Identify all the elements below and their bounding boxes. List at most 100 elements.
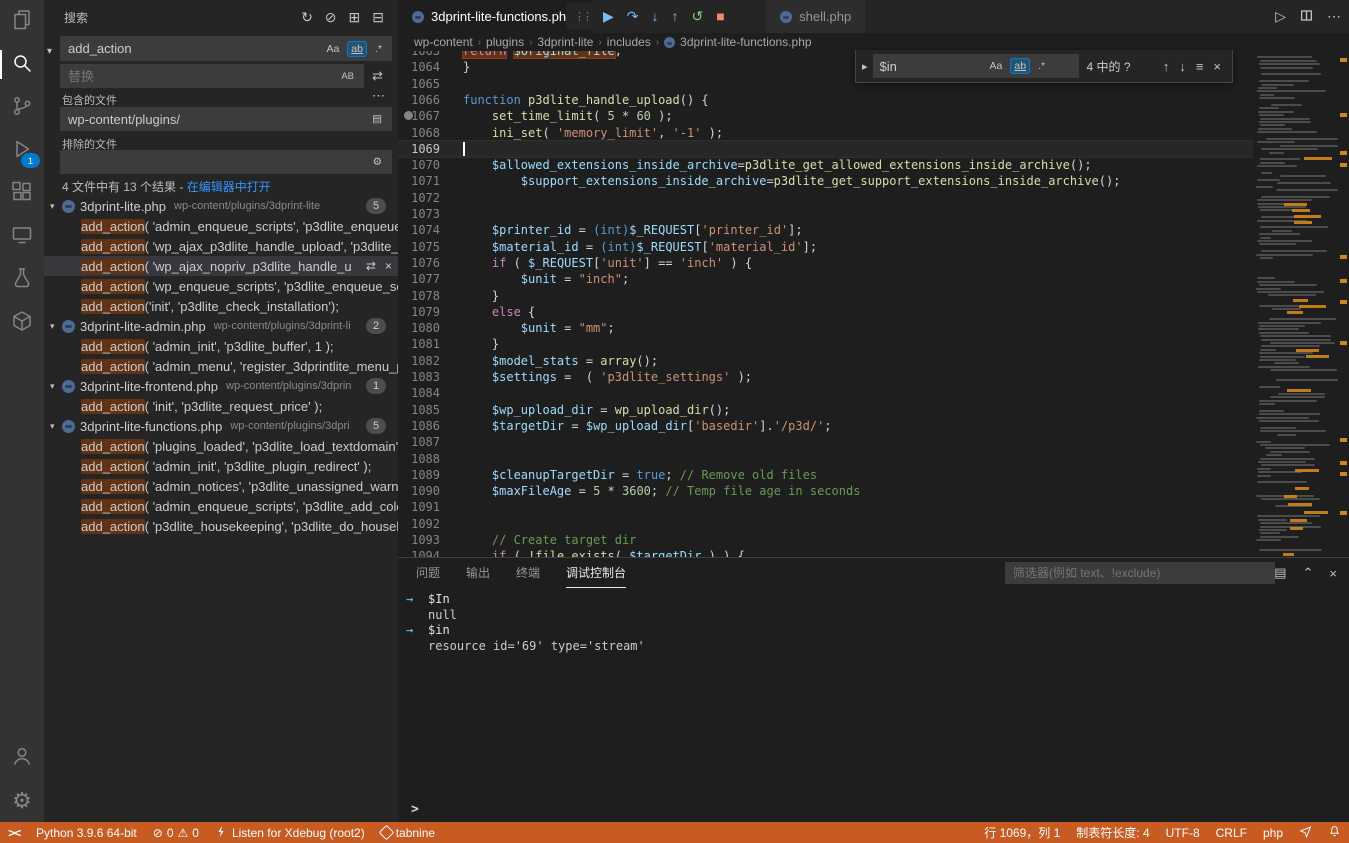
whole-word-icon[interactable]: ab: [347, 41, 367, 57]
minimap[interactable]: [1253, 51, 1338, 557]
activitybar-settings[interactable]: ⚙: [0, 779, 44, 822]
find-in-selection-icon[interactable]: ≡: [1196, 59, 1204, 74]
line-number[interactable]: 1089: [398, 467, 440, 483]
activitybar-search[interactable]: [0, 43, 44, 86]
line-number[interactable]: 1086: [398, 418, 440, 434]
clear-search-results-icon[interactable]: ⊘: [325, 9, 337, 26]
search-result-file-row[interactable]: ▾3dprint-lite-functions.phpwp-content/pl…: [44, 416, 398, 436]
next-match-icon[interactable]: ↓: [1179, 59, 1186, 74]
drag-handle-icon[interactable]: ⋮⋮: [574, 10, 590, 23]
code-line[interactable]: 1075 $material_id = (int)$_REQUEST['mate…: [398, 239, 1253, 255]
code-line[interactable]: 1084: [398, 385, 1253, 401]
console-prompt-chevron[interactable]: >: [411, 802, 419, 817]
find-whole-word-icon[interactable]: ab: [1010, 58, 1030, 74]
tabnine-status[interactable]: tabnine: [373, 822, 443, 843]
editor-tab[interactable]: 3dprint-lite-functions.ph…: [398, 0, 594, 33]
refresh-icon[interactable]: ↻: [301, 9, 313, 26]
remote-indicator[interactable]: ><: [0, 822, 28, 843]
open-editors-only-icon[interactable]: ▤: [368, 111, 386, 127]
panel-tab-问题[interactable]: 问题: [416, 558, 440, 588]
breadcrumb-item[interactable]: plugins: [486, 35, 524, 49]
code-line[interactable]: 1076 if ( $_REQUEST['unit'] == 'inch' ) …: [398, 255, 1253, 271]
search-match-row[interactable]: add_action( 'admin_enqueue_scripts', 'p3…: [44, 496, 398, 516]
code-line[interactable]: 1072: [398, 190, 1253, 206]
line-number[interactable]: 1092: [398, 516, 440, 532]
search-input[interactable]: [66, 40, 322, 57]
overview-ruler[interactable]: [1338, 51, 1349, 557]
replace-input[interactable]: [66, 68, 337, 85]
activitybar-run-debug[interactable]: 1: [0, 129, 44, 172]
breadcrumb-item[interactable]: 3dprint-lite: [537, 35, 593, 49]
activitybar-containers[interactable]: [0, 301, 44, 344]
activitybar-source-control[interactable]: [0, 86, 44, 129]
line-number[interactable]: 1093: [398, 532, 440, 548]
stop-icon[interactable]: ■: [716, 8, 724, 25]
search-match-row[interactable]: add_action( 'p3dlite_housekeeping', 'p3d…: [44, 516, 398, 536]
code-line[interactable]: 1087: [398, 434, 1253, 450]
code-line[interactable]: 1067 set_time_limit( 5 * 60 );: [398, 108, 1253, 124]
files-to-exclude-input[interactable]: [66, 154, 369, 171]
code-line[interactable]: 1089 $cleanupTargetDir = true; // Remove…: [398, 467, 1253, 483]
line-number[interactable]: 1090: [398, 483, 440, 499]
code-line[interactable]: 1077 $unit = "inch";: [398, 271, 1253, 287]
breadcrumb-item[interactable]: includes: [607, 35, 651, 49]
code-editor[interactable]: 1063return $original_file;1064}10651066f…: [398, 51, 1253, 557]
code-line[interactable]: 1094 if ( !file_exists( $targetDir ) ) {: [398, 548, 1253, 557]
code-line[interactable]: 1070 $allowed_extensions_inside_archive=…: [398, 157, 1253, 173]
activitybar-explorer[interactable]: [0, 0, 44, 43]
find-input[interactable]: [878, 58, 986, 75]
debug-console[interactable]: > →$Innull→$inresource id='69' type='str…: [398, 588, 1349, 822]
code-line[interactable]: 1092: [398, 516, 1253, 532]
line-number[interactable]: 1064: [398, 59, 440, 75]
code-line[interactable]: 1071 $support_extensions_inside_archive=…: [398, 173, 1253, 189]
search-match-row[interactable]: add_action( 'init', 'p3dlite_request_pri…: [44, 396, 398, 416]
encoding-status[interactable]: UTF-8: [1158, 822, 1208, 843]
activitybar-extensions[interactable]: [0, 172, 44, 215]
editor-tab[interactable]: shell.php: [766, 0, 866, 33]
find-match-case-icon[interactable]: Aa: [986, 58, 1007, 74]
code-line[interactable]: 1068 ini_set( 'memory_limit', '-1' );: [398, 125, 1253, 141]
language-mode-status[interactable]: php: [1255, 822, 1291, 843]
code-line[interactable]: 1081 }: [398, 336, 1253, 352]
activitybar-testing[interactable]: [0, 258, 44, 301]
notifications-status[interactable]: [1320, 822, 1349, 843]
code-line[interactable]: 1091: [398, 499, 1253, 515]
line-number[interactable]: 1072: [398, 190, 440, 206]
step-into-icon[interactable]: ↓: [652, 8, 659, 25]
panel-tab-终端[interactable]: 终端: [516, 558, 540, 588]
panel-tab-输出[interactable]: 输出: [466, 558, 490, 588]
search-result-file-row[interactable]: ▾3dprint-lite-admin.phpwp-content/plugin…: [44, 316, 398, 336]
line-number[interactable]: 1094: [398, 548, 440, 557]
step-over-icon[interactable]: ↷: [627, 8, 639, 25]
search-result-file-row[interactable]: ▾3dprint-lite.phpwp-content/plugins/3dpr…: [44, 196, 398, 216]
xdebug-status[interactable]: Listen for Xdebug (root2): [207, 822, 373, 843]
search-match-row[interactable]: add_action( 'plugins_loaded', 'p3dlite_l…: [44, 436, 398, 456]
search-match-row[interactable]: add_action( 'wp_ajax_nopriv_p3dlite_hand…: [44, 256, 398, 276]
code-line[interactable]: 1093 // Create target dir: [398, 532, 1253, 548]
console-filter-input[interactable]: [1011, 565, 1269, 581]
close-panel-icon[interactable]: ×: [1329, 566, 1337, 581]
cursor-position-status[interactable]: 行 1069，列 1: [976, 822, 1068, 843]
line-number[interactable]: 1070: [398, 157, 440, 173]
step-out-icon[interactable]: ↑: [672, 8, 679, 25]
search-match-row[interactable]: add_action( 'wp_enqueue_scripts', 'p3dli…: [44, 276, 398, 296]
maximize-panel-icon[interactable]: ⌃: [1303, 565, 1314, 581]
search-result-file-row[interactable]: ▾3dprint-lite-frontend.phpwp-content/plu…: [44, 376, 398, 396]
line-number[interactable]: 1080: [398, 320, 440, 336]
close-find-icon[interactable]: ×: [1213, 59, 1221, 74]
search-match-row[interactable]: add_action( 'admin_init', 'p3dlite_buffe…: [44, 336, 398, 356]
dismiss-icon[interactable]: ×: [385, 259, 392, 273]
code-line[interactable]: 1083 $settings = ( 'p3dlite_settings' );: [398, 369, 1253, 385]
code-line[interactable]: 1066function p3dlite_handle_upload() {: [398, 92, 1253, 108]
split-editor-button[interactable]: [1300, 9, 1313, 25]
code-line[interactable]: 1073: [398, 206, 1253, 222]
code-line[interactable]: 1082 $model_stats = array();: [398, 353, 1253, 369]
activitybar-remote-explorer[interactable]: [0, 215, 44, 258]
code-line[interactable]: 1069: [398, 141, 1253, 157]
preserve-case-icon[interactable]: AB: [337, 69, 358, 84]
line-number[interactable]: 1068: [398, 125, 440, 141]
match-case-icon[interactable]: Aa: [322, 41, 343, 57]
line-number[interactable]: 1091: [398, 499, 440, 515]
problems-status[interactable]: ⊘0 ⚠0: [145, 822, 207, 843]
run-or-debug-button[interactable]: ▷: [1275, 8, 1286, 25]
